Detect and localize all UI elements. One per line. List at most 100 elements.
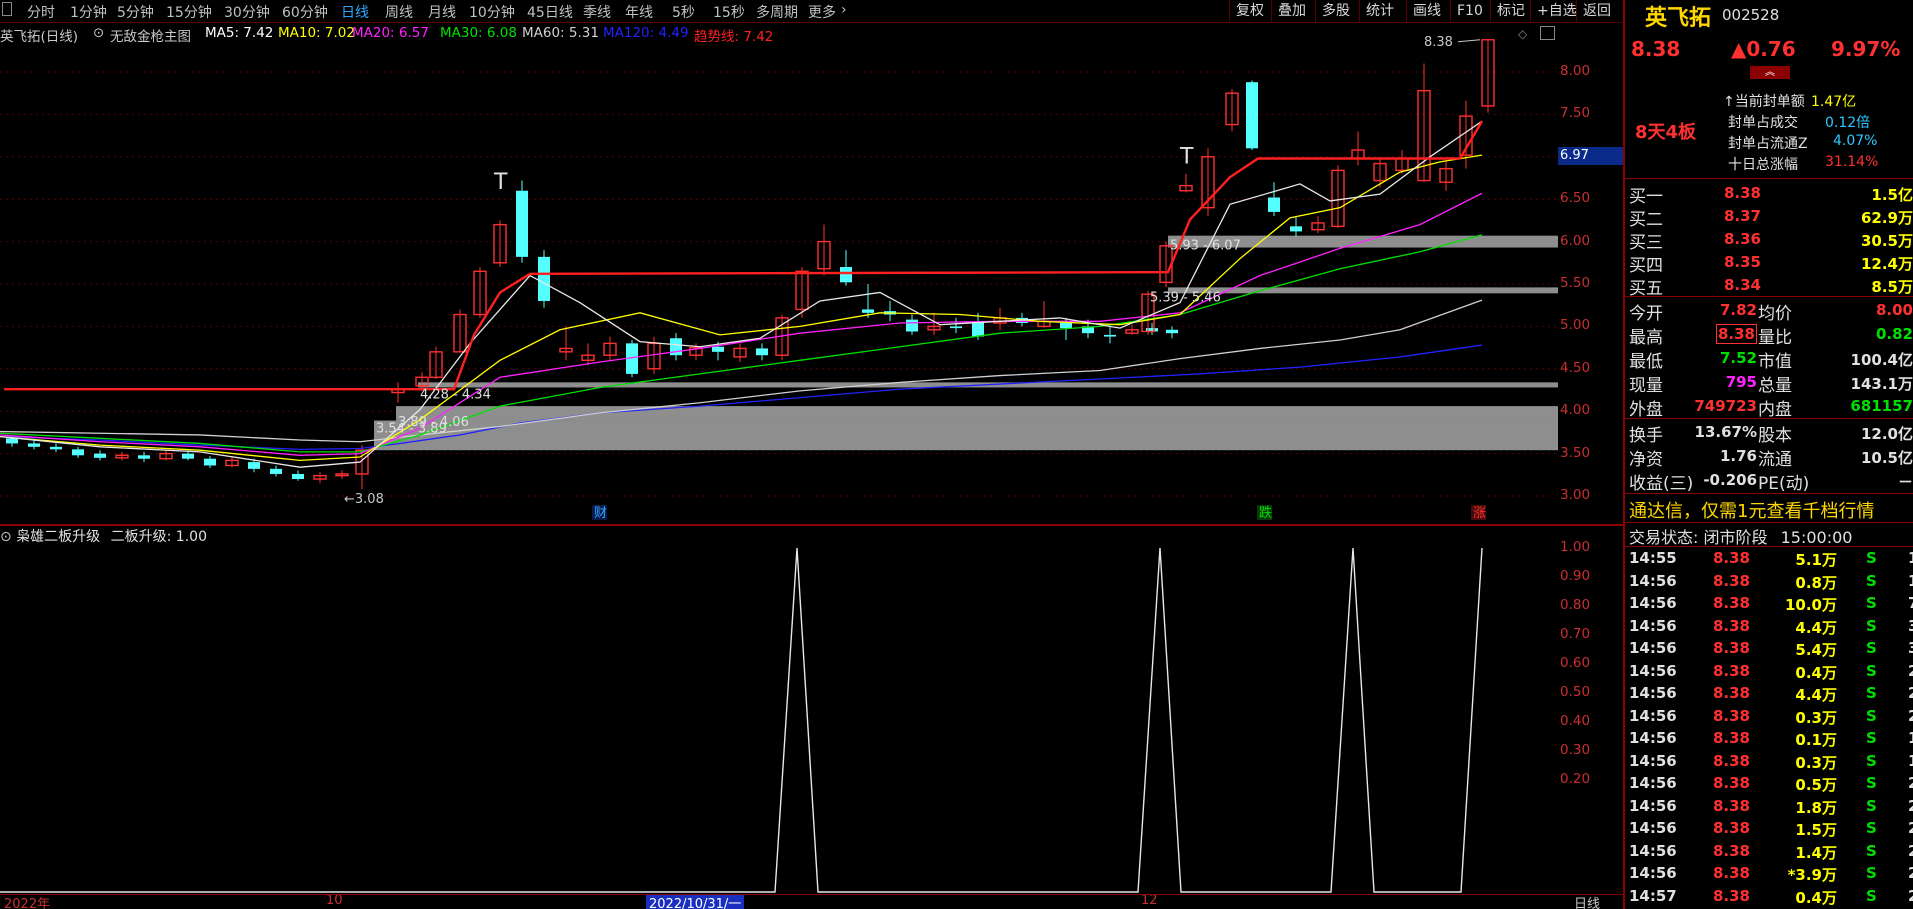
stats-value: 795 — [1725, 373, 1757, 391]
date-label-year: 2022年 — [4, 897, 51, 909]
candle-body — [516, 190, 528, 257]
gear-icon[interactable]: ⊙ — [93, 25, 104, 41]
tick-side: S — [1866, 729, 1877, 747]
limit-info-label: ↑当前封单额 — [1723, 94, 1805, 110]
sub-indicator-chart[interactable] — [0, 524, 1625, 894]
tick-row: 14:56 8.38 1.8万 S 2 — [1625, 797, 1913, 819]
bid-row[interactable]: 买四 8.35 12.4万 — [1625, 251, 1913, 276]
indicator-name[interactable]: 无敌金枪主图 — [110, 25, 191, 45]
stats-value: 749723 — [1694, 397, 1757, 415]
tick-row: 14:56 8.38 *3.9万 S 2 — [1625, 864, 1913, 886]
date-cursor-label: 2022/10/31/一 — [646, 895, 745, 909]
candle-body — [72, 449, 84, 456]
tick-side: S — [1866, 616, 1877, 635]
candle-body — [1104, 334, 1116, 337]
tick-price: 8.38 — [1712, 571, 1750, 590]
candle-body — [204, 458, 216, 466]
tick-time: 14:56 — [1629, 661, 1677, 680]
main-kline-chart[interactable]: T T 5.93 - 6.07 5.39 - 5.46 4.28 - 4.34 3.89 … — [0, 22, 1625, 526]
bid-label: 买三 — [1629, 233, 1663, 253]
bid-volume: 8.5万 — [1871, 278, 1913, 296]
sub-gear-icon[interactable]: ⊙ — [0, 529, 12, 545]
event-label: 财 — [594, 506, 607, 521]
stats-value: 1.76 — [1719, 447, 1757, 465]
stats-row: 最高 8.38 量比 0.82 — [1625, 323, 1913, 348]
tick-side: S — [1866, 571, 1877, 590]
bid-volume: 1.5亿 — [1871, 186, 1913, 204]
tick-price: 8.38 — [1712, 661, 1750, 680]
tick-row: 14:56 8.38 0.8万 S 1 — [1625, 572, 1913, 594]
collapse-button[interactable]: ︽ — [1750, 66, 1790, 79]
tick-time: 14:56 — [1629, 841, 1677, 860]
stats-value: 143.1万 — [1850, 375, 1913, 393]
price-axis-tick: 4.00 — [1560, 402, 1591, 419]
tick-volume: 5.4万 — [1795, 641, 1837, 659]
tick-time: 14:56 — [1629, 684, 1677, 702]
sub-axis-tick: 0.30 — [1560, 742, 1591, 758]
stats-row: 收益(三) -0.206 PE(动) － — [1625, 469, 1913, 494]
price-axis-tick: 7.50 — [1560, 105, 1591, 122]
tick-side: S — [1866, 864, 1877, 882]
promo-banner[interactable]: 通达信，仅需1元查看千档行情 — [1629, 497, 1874, 523]
limit-info-label: 封单占流通Z — [1728, 136, 1808, 152]
last-price: 8.38 — [1631, 37, 1681, 61]
tick-count: 1 — [1908, 572, 1913, 590]
tick-row: 14:56 8.38 5.4万 S 3 — [1625, 639, 1913, 661]
sub-indicator-canvas[interactable] — [0, 524, 1623, 894]
tick-volume: 0.1万 — [1795, 731, 1837, 749]
price-axis-tick: 4.50 — [1560, 359, 1591, 376]
tick-count: 2 — [1908, 842, 1913, 860]
sub-indicator-line — [0, 547, 1483, 893]
tick-row: 14:57 8.38 0.4万 S 2 — [1625, 887, 1913, 909]
tick-row: 14:56 8.38 4.4万 S 2 — [1625, 684, 1913, 706]
bid-label: 买四 — [1629, 256, 1663, 276]
candle-body — [1268, 197, 1280, 212]
tick-time: 14:55 — [1629, 549, 1677, 567]
candle-body — [950, 326, 962, 329]
tick-count: 1 — [1908, 752, 1913, 770]
tick-side: S — [1866, 774, 1877, 792]
tick-count: 2 — [1908, 662, 1913, 680]
price-change-pct: 9.97% — [1831, 37, 1901, 61]
tick-time: 14:56 — [1629, 639, 1677, 657]
tick-price: 8.38 — [1712, 796, 1750, 815]
stock-name[interactable]: 英飞拓 — [1645, 0, 1711, 32]
bid-row[interactable]: 买一 8.38 1.5亿 — [1625, 182, 1913, 207]
tick-side: S — [1866, 796, 1877, 815]
bid-row[interactable]: 买三 8.36 30.5万 — [1625, 228, 1913, 253]
price-zone — [374, 420, 1558, 451]
trading-status-time: 15:00:00 — [1780, 528, 1853, 547]
price-axis-tick: 6.00 — [1560, 232, 1591, 249]
zone-label: 3.54 - 3.89 — [376, 422, 447, 437]
ma-legend-item: MA5: 7.42 — [205, 25, 274, 41]
ma-legend-item: MA120: 4.49 — [603, 25, 689, 41]
diamond-icon[interactable]: ◇ — [1518, 27, 1527, 41]
price-axis-tick: 3.00 — [1560, 487, 1591, 503]
kline-canvas[interactable]: TT5.93 - 6.075.39 - 5.464.28 - 4.343.89 … — [0, 22, 1623, 524]
current-price-tag: 6.97 — [1558, 147, 1623, 165]
tick-time: 14:56 — [1629, 796, 1677, 815]
sub-chart-name[interactable]: 枭雄二板升级 — [16, 529, 100, 545]
candle-body — [862, 309, 874, 313]
limit-info-row: 十日总涨幅 31.14% — [1625, 154, 1913, 176]
event-label: 涨 — [1473, 506, 1486, 521]
date-label-month-12: 12 — [1141, 894, 1158, 908]
bid-row[interactable]: 买五 8.34 8.5万 — [1625, 274, 1913, 299]
tick-side: S — [1866, 819, 1877, 837]
candle-body — [538, 256, 550, 301]
bid-row[interactable]: 买二 8.37 62.9万 — [1625, 205, 1913, 230]
stats-value: 7.82 — [1719, 301, 1757, 319]
candle-body — [756, 348, 768, 356]
candle-body — [1060, 323, 1072, 329]
tick-time: 14:56 — [1629, 594, 1677, 612]
toolbar-button[interactable]: 返回 — [1576, 0, 1617, 22]
tick-side: S — [1866, 639, 1877, 657]
date-axis-period[interactable]: 日线 — [1574, 895, 1600, 909]
stats-value: 13.67% — [1694, 423, 1757, 441]
tick-row: 14:56 8.38 0.5万 S 2 — [1625, 774, 1913, 796]
window-toggle-icon[interactable] — [1540, 26, 1555, 40]
candle-body — [906, 319, 918, 332]
candle-body — [1246, 82, 1258, 149]
date-label-month-10: 10 — [326, 894, 343, 908]
date-axis: 2022年 10 2022/10/31/一 12 日线 — [0, 894, 1623, 909]
